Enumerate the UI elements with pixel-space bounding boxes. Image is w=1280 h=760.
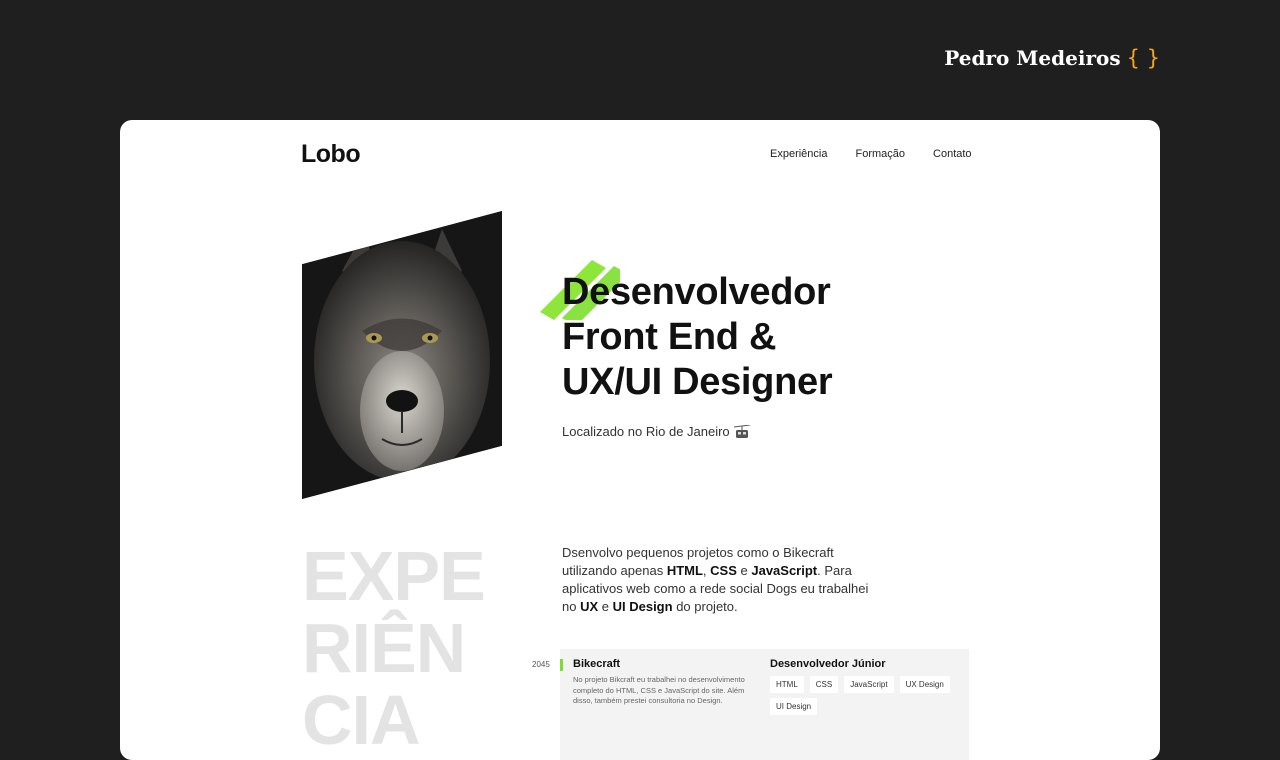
site-nav: Experiência Formação Contato [770,148,1000,160]
experience-project: Bikecraft [573,658,621,670]
intro-highlight-ux: UX [580,599,599,614]
hero-title: Desenvolvedor Front End & UX/UI Designer [562,270,902,405]
brand-name: Pedro Medeiros [944,46,1121,70]
nav-link-experiencia[interactable]: Experiência [770,148,827,160]
intro-highlight-ui: UI Design [612,599,673,614]
tag-ui-design: UI Design [770,698,818,715]
nav-link-contato[interactable]: Contato [933,148,972,160]
experience-year: 2045 [532,660,550,669]
intro-text: do projeto. [672,599,738,614]
cable-car-icon [733,424,750,438]
brand-header: Pedro Medeiros { } [944,46,1160,70]
site-logo[interactable]: Lobo [301,140,361,169]
experience-background-title: EXPE RIÊN CIA [302,537,486,759]
experience-item: Bikecraft No projeto Bikcraft eu trabalh… [560,649,969,760]
tag-ux-design: UX Design [899,676,950,693]
website-preview: Lobo Experiência Formação Contato Desenv… [120,120,1160,760]
wolf-illustration [302,211,502,499]
hero-title-line-2: Front End & [562,316,777,358]
tag-css: CSS [809,676,839,693]
intro-highlight-js: JavaScript [751,563,818,578]
wolf-image [302,211,502,499]
tag-html: HTML [770,676,804,693]
curly-braces-icon: { } [1126,46,1160,70]
tag-javascript: JavaScript [844,676,894,693]
experience-tags: HTML CSS JavaScript UX Design UI Design [770,676,960,715]
hero-title-line-3: UX/UI Designer [562,361,833,403]
intro-highlight-html: HTML [666,563,703,578]
intro-text: e [736,563,752,578]
experience-description: No projeto Bikcraft eu trabalhei no dese… [573,675,745,705]
experience-intro: Dsenvolvo pequenos projetos como o Bikec… [562,544,882,616]
hero-title-line-1: Desenvolvedor [562,271,831,313]
intro-text: e [598,599,613,614]
experience-bg-line-3: CIA [302,681,421,759]
experience-role: Desenvolvedor Júnior [770,658,886,670]
nav-link-formacao[interactable]: Formação [855,148,905,160]
intro-highlight-css: CSS [710,563,737,578]
experience-marker [560,659,563,671]
hero-location: Localizado no Rio de Janeiro [562,424,750,439]
experience-bg-line-2: RIÊN [302,609,466,687]
location-text: Localizado no Rio de Janeiro [562,424,730,439]
experience-bg-line-1: EXPE [302,537,486,615]
